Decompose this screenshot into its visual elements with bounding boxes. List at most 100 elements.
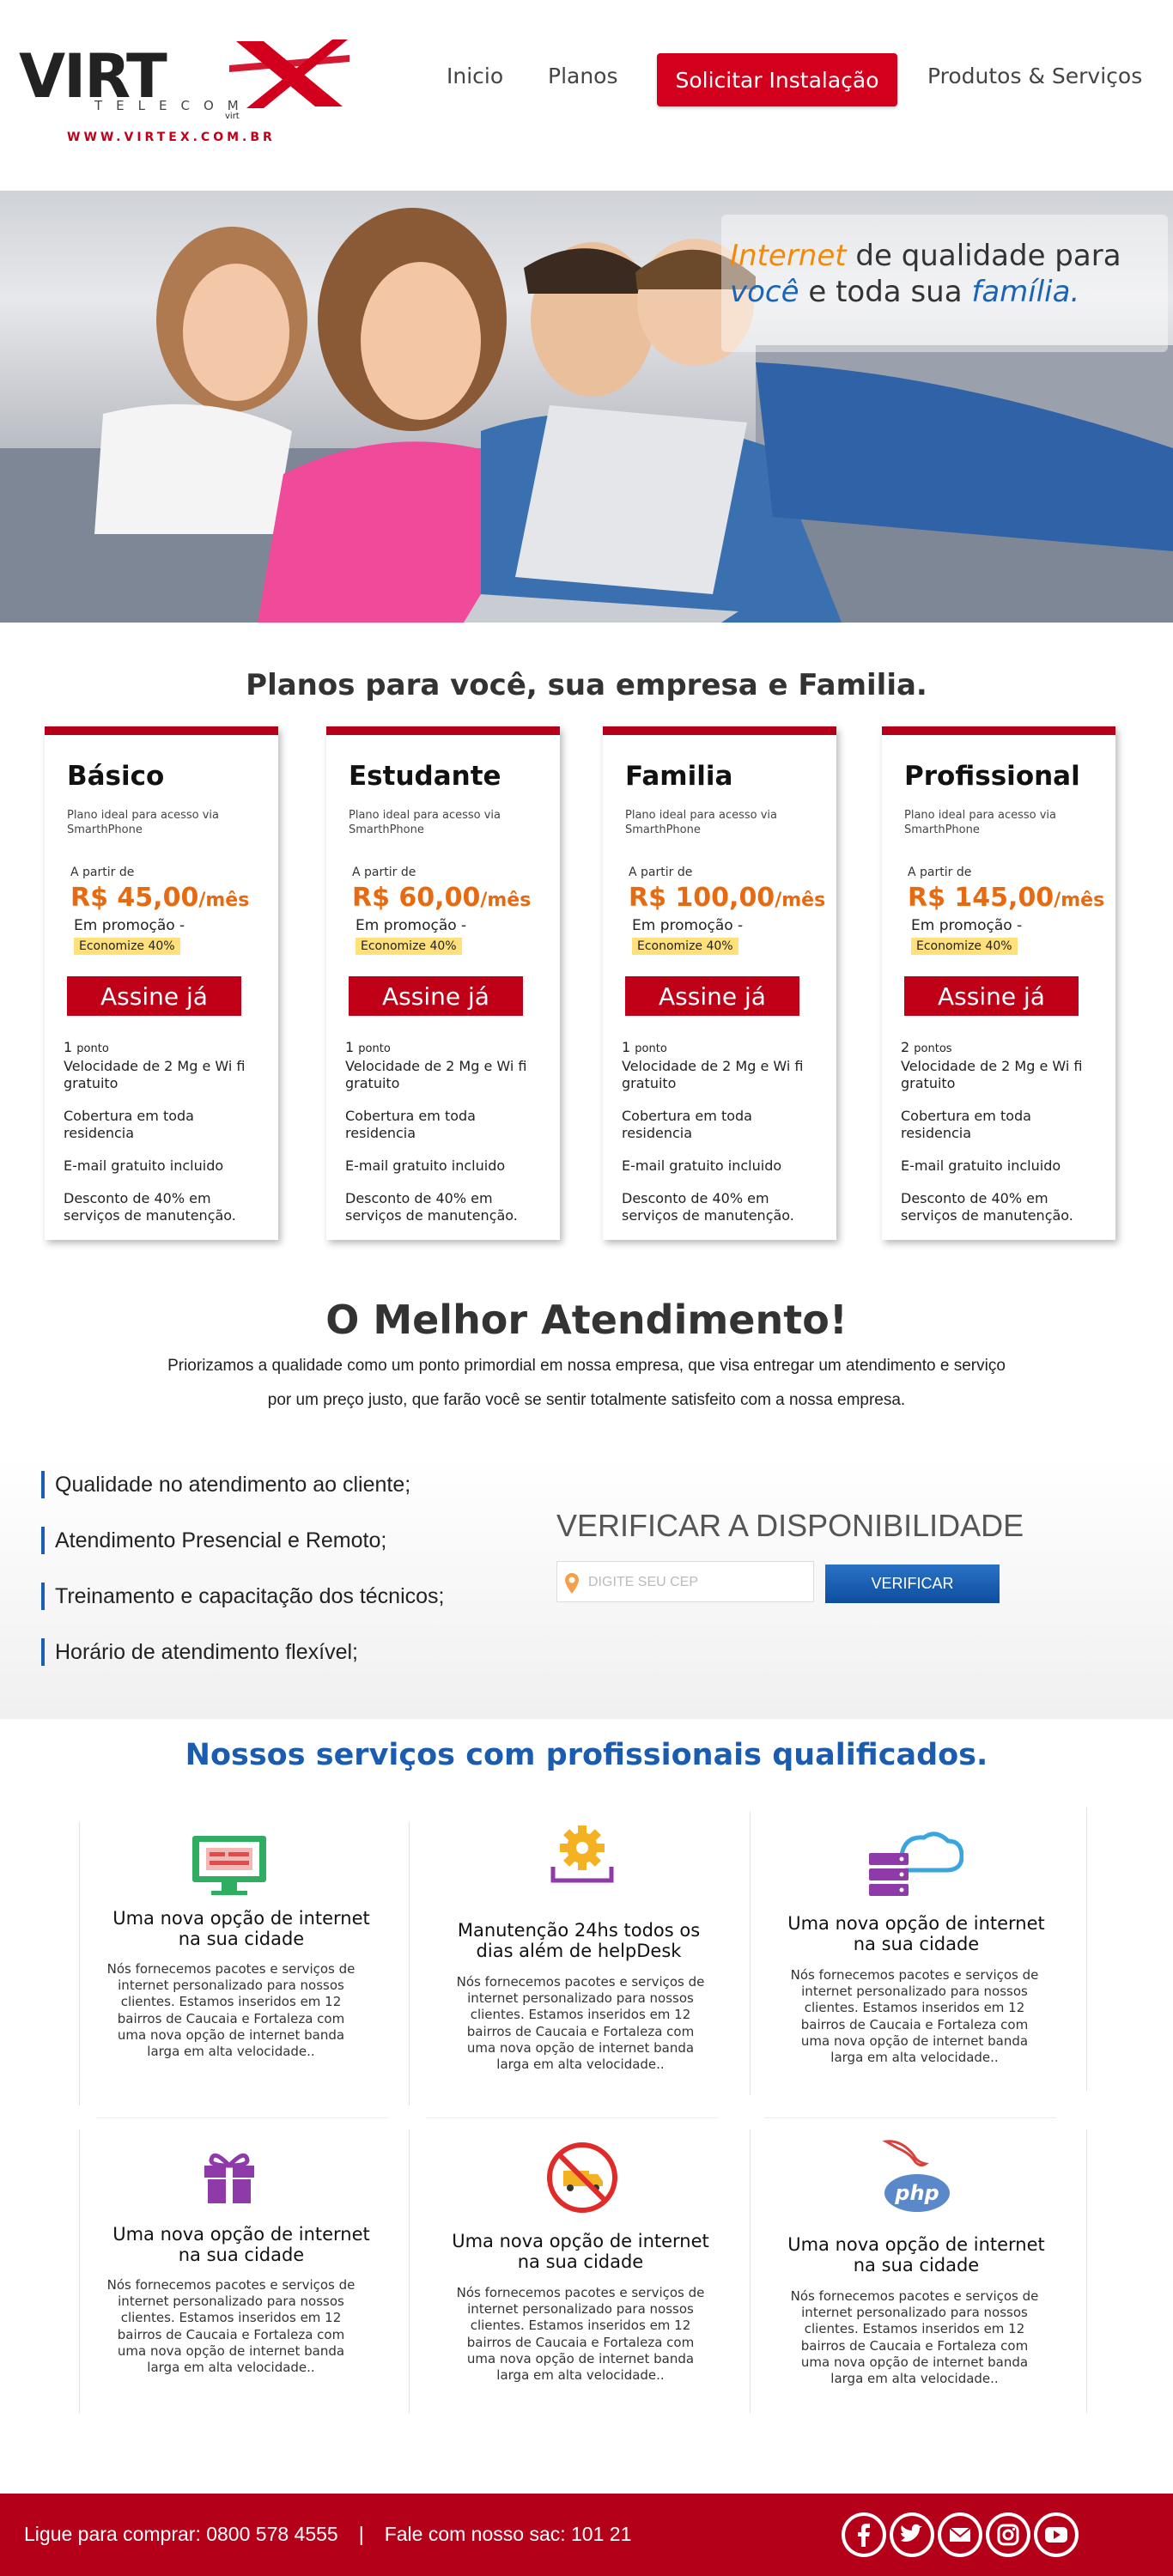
instagram-icon[interactable] — [986, 2512, 1030, 2557]
footer-sac-phone[interactable]: Fale com nosso sac: 101 21 — [385, 2523, 632, 2545]
plan-price: R$ 145,00/mês — [908, 883, 1104, 913]
service-heading: Manutenção 24hs todos os dias além de he… — [457, 1920, 701, 1962]
service-description: Nós fornecemos pacotes e serviços de int… — [106, 1961, 356, 2059]
svg-text:php: php — [894, 2181, 939, 2205]
service-description: Nós fornecemos pacotes e serviços de int… — [790, 2288, 1039, 2386]
divider — [750, 2129, 751, 2413]
services-title: Nossos serviços com profissionais qualif… — [185, 1738, 988, 1772]
footer-separator: | — [358, 2523, 364, 2545]
youtube-icon[interactable] — [1034, 2512, 1079, 2557]
nav-solicitar-instalacao-button[interactable]: Solicitar Instalação — [657, 53, 897, 106]
footer-contact: Ligue para comprar: 0800 578 4555 | Fale c… — [24, 2523, 631, 2546]
plan-feature-points: 1 ponto — [64, 1039, 252, 1056]
facebook-icon[interactable] — [842, 2512, 886, 2557]
service-heading: Uma nova opção de internet na sua cidade — [452, 2231, 709, 2273]
plan-savings-badge: Economize 40% — [356, 938, 462, 955]
php-mysql-icon: php — [882, 2140, 950, 2212]
hero-banner: Internet de qualidade para você e toda s… — [0, 191, 1173, 623]
plan-from-label: A partir de — [629, 866, 693, 879]
hero-highlight-familia: família. — [971, 275, 1080, 309]
plan-savings-badge: Economize 40% — [632, 938, 738, 955]
divider — [764, 2117, 1056, 2118]
plan-points-label: ponto — [635, 1042, 667, 1055]
plan-name: Estudante — [349, 761, 501, 792]
hero-tagline-line-1: Internet de qualidade para — [730, 239, 1121, 274]
plan-price: R$ 45,00/mês — [70, 883, 249, 913]
plan-points-label: ponto — [76, 1042, 109, 1055]
plan-price-unit: /mês — [775, 890, 826, 911]
service-description: Nós fornecemos pacotes e serviços de int… — [790, 1967, 1039, 2065]
plan-feature-email: E-mail gratuito incluido — [901, 1157, 1061, 1175]
plan-points-number: 2 — [901, 1039, 910, 1055]
plan-feature-speed: Velocidade de 2 Mg e Wi fi gratuito — [64, 1058, 246, 1092]
logo-small-text: virt — [225, 112, 240, 121]
plan-feature-discount: Desconto de 40% em serviços de manutençã… — [345, 1190, 518, 1224]
plan-subscribe-button[interactable]: Assine já — [67, 976, 241, 1016]
plan-points-label: ponto — [358, 1042, 391, 1055]
plan-from-label: A partir de — [908, 866, 972, 879]
plan-subscribe-button[interactable]: Assine já — [904, 976, 1079, 1016]
verify-button[interactable]: VERIFICAR — [825, 1564, 1000, 1603]
plan-price-value: R$ 100,00 — [629, 883, 775, 913]
nav-planos[interactable]: Planos — [548, 64, 618, 88]
plan-card-familia: Familia Plano ideal para acesso via Smar… — [603, 726, 836, 1240]
plan-points-number: 1 — [64, 1039, 73, 1055]
plan-from-label: A partir de — [352, 866, 416, 879]
nav-produtos-servicos[interactable]: Produtos & Serviços — [927, 64, 1142, 88]
service-description: Nós fornecemos pacotes e serviços de int… — [106, 2277, 356, 2375]
hero-line-2-mid: e toda sua — [799, 275, 972, 309]
twitter-icon[interactable] — [890, 2512, 934, 2557]
nav-inicio[interactable]: Inicio — [447, 64, 503, 88]
email-icon[interactable] — [938, 2512, 982, 2557]
service-heading: Uma nova opção de internet na sua cidade — [787, 2234, 1045, 2276]
plans-title: Planos para você, sua empresa e Familia. — [246, 668, 927, 702]
plan-subscribe-button[interactable]: Assine já — [349, 976, 523, 1016]
plan-feature-points: 2 pontos — [901, 1039, 1090, 1056]
attendance-list-item: Horário de atendimento flexível; — [41, 1638, 358, 1666]
divider — [1086, 1807, 1087, 2091]
plan-feature-points: 1 ponto — [345, 1039, 534, 1056]
plan-feature-speed: Velocidade de 2 Mg e Wi fi gratuito — [901, 1058, 1083, 1092]
plan-description: Plano ideal para acesso via SmarthPhone — [904, 809, 1056, 836]
attendance-subtitle-line-2: por um preço justo, que farão você se se… — [267, 1391, 906, 1409]
plan-points-number: 1 — [622, 1039, 631, 1055]
plan-card-estudante: Estudante Plano ideal para acesso via Sm… — [326, 726, 560, 1240]
footer-buy-phone[interactable]: Ligue para comprar: 0800 578 4555 — [24, 2523, 338, 2545]
gear-icon — [550, 1826, 614, 1883]
service-description: Nós fornecemos pacotes e serviços de int… — [456, 2285, 705, 2383]
divider — [409, 2129, 410, 2413]
plan-features: 1 ponto Velocidade de 2 Mg e Wi fi gratu… — [64, 1039, 252, 1240]
attendance-title: O Melhor Atendimento! — [325, 1297, 848, 1343]
plan-price-unit: /mês — [480, 890, 532, 911]
plan-description: Plano ideal para acesso via SmarthPhone — [625, 809, 777, 836]
plan-price-value: R$ 45,00 — [70, 883, 199, 913]
attendance-list-item: Qualidade no atendimento ao cliente; — [41, 1471, 410, 1498]
site-footer: Ligue para comprar: 0800 578 4555 | Fale c… — [0, 2494, 1173, 2576]
plan-features: 1 ponto Velocidade de 2 Mg e Wi fi gratu… — [345, 1039, 534, 1240]
main-nav: Inicio Planos Solicitar Instalação Produ… — [0, 53, 1173, 106]
plan-name: Familia — [625, 761, 733, 792]
hero-line-1-rest: de qualidade para — [846, 239, 1121, 273]
divider — [750, 1812, 751, 2095]
hero-highlight-internet: Internet — [730, 239, 847, 273]
plan-feature-email: E-mail gratuito incluido — [345, 1157, 506, 1175]
plan-subscribe-button[interactable]: Assine já — [625, 976, 799, 1016]
divider — [1086, 2129, 1087, 2413]
plan-feature-email: E-mail gratuito incluido — [622, 1157, 782, 1175]
plan-points-number: 1 — [345, 1039, 355, 1055]
plan-name: Profissional — [904, 761, 1080, 792]
cep-input[interactable]: DIGITE SEU CEP — [556, 1561, 814, 1602]
cep-input-placeholder: DIGITE SEU CEP — [588, 1575, 699, 1589]
plan-savings-badge: Economize 40% — [911, 938, 1018, 955]
plan-savings-badge: Economize 40% — [74, 938, 180, 955]
plan-feature-discount: Desconto de 40% em serviços de manutençã… — [901, 1190, 1073, 1224]
plan-price: R$ 60,00/mês — [352, 883, 531, 913]
hero-tagline-line-2: você e toda sua família. — [730, 275, 1079, 310]
site-header: VIRT TELECOM virt WWW.VIRTEX.COM.BR Inic… — [0, 0, 1173, 191]
service-heading: Uma nova opção de internet na sua cidade — [112, 1908, 370, 1950]
plan-features: 1 ponto Velocidade de 2 Mg e Wi fi gratu… — [622, 1039, 811, 1240]
attendance-list-item: Treinamento e capacitação dos técnicos; — [41, 1583, 445, 1610]
service-description: Nós fornecemos pacotes e serviços de int… — [456, 1974, 705, 2072]
logo-url: WWW.VIRTEX.COM.BR — [67, 131, 276, 144]
plan-feature-speed: Velocidade de 2 Mg e Wi fi gratuito — [345, 1058, 527, 1092]
